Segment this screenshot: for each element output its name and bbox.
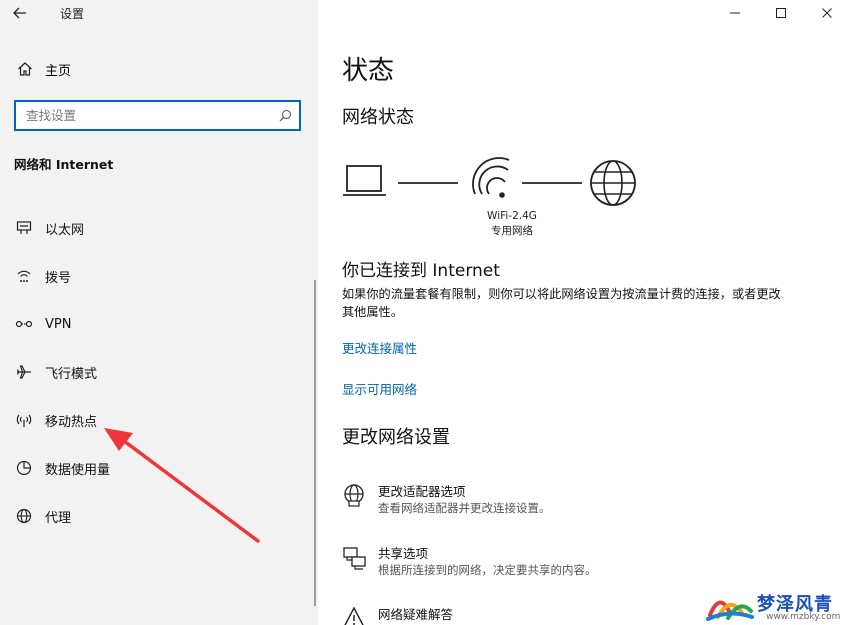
sidebar-item-label: 代理 [45,510,72,526]
data-usage-icon [0,460,45,476]
airplane-icon [0,364,45,380]
watermark: 梦泽风青 www.mzbky.com [706,588,850,625]
sidebar-item-hotspot[interactable]: 移动热点 [0,406,318,434]
sidebar-item-dialup[interactable]: 拨号 [0,262,318,290]
page-title: 状态 [342,56,395,86]
sidebar-scrollbar[interactable] [314,280,316,606]
sidebar-item-label: 飞行模式 [45,366,98,382]
adapter-globe-icon [342,483,368,509]
option-sharing[interactable]: 共享选项 根据所连接到的网络，决定要共享的内容。 [342,543,822,583]
close-icon [822,8,832,18]
option-description: 查看网络适配器并更改连接设置。 [378,501,551,515]
network-status-title: 网络状态 [342,107,414,128]
sidebar-item-label: 移动热点 [45,414,98,430]
sidebar-item-label: 拨号 [45,270,72,286]
minimize-icon [730,12,740,14]
watermark-logo-icon [706,600,754,621]
vpn-icon [0,317,45,331]
option-title: 网络疑难解答 [378,607,454,622]
home-icon [0,61,45,77]
sidebar-item-home[interactable]: 主页 [0,56,318,82]
internet-globe-icon [590,160,636,206]
dialup-icon [0,268,45,284]
main-content: 状态 网络状态 WiFi-2.4G 专用网络 你已连接到 Internet 如果… [318,0,850,625]
network-diagram: WiFi-2.4G 专用网络 [342,156,652,240]
change-connection-properties-link[interactable]: 更改连接属性 [342,338,417,357]
option-change-adapter[interactable]: 更改适配器选项 查看网络适配器并更改连接设置。 [342,481,822,521]
connected-title: 你已连接到 Internet [342,261,500,281]
warning-icon [342,606,368,625]
change-network-settings-title: 更改网络设置 [342,427,450,448]
search-input[interactable] [26,108,277,123]
sidebar-item-label: 以太网 [45,222,85,238]
sidebar: 设置 主页 网络和 Internet 以太网 拨号 VPN [0,0,318,625]
titlebar-left: 设置 [0,0,318,26]
sharing-icon [342,545,368,571]
connected-description: 如果你的流量套餐有限制，则你可以将此网络设置为按流量计费的连接，或者更改其他属性… [342,287,781,319]
back-button[interactable] [0,0,40,26]
show-available-networks-link[interactable]: 显示可用网络 [342,379,417,398]
watermark-url: www.mzbky.com [766,612,841,622]
globe-icon [0,508,45,524]
maximize-button[interactable] [758,0,804,26]
network-label: WiFi-2.4G 专用网络 [462,209,562,239]
network-type: 专用网络 [491,225,533,237]
back-arrow-icon [13,7,26,19]
close-button[interactable] [804,0,850,26]
sidebar-item-vpn[interactable]: VPN [0,310,318,338]
wifi-icon [472,157,510,198]
option-title: 更改适配器选项 [378,484,466,499]
search-box[interactable] [14,100,301,131]
sidebar-item-label: 数据使用量 [45,462,111,478]
section-title: 网络和 Internet [14,157,114,172]
network-name: WiFi-2.4G [487,210,537,222]
sidebar-item-ethernet[interactable]: 以太网 [0,214,318,242]
sidebar-item-proxy[interactable]: 代理 [0,502,318,530]
sidebar-item-label: 主页 [45,63,72,79]
minimize-button[interactable] [712,0,758,26]
ethernet-icon [0,220,45,236]
window-title: 设置 [60,6,85,21]
laptop-icon [343,165,386,196]
hotspot-icon [0,412,45,428]
search-icon[interactable] [277,108,293,124]
option-title: 共享选项 [378,546,429,561]
sidebar-item-data-usage[interactable]: 数据使用量 [0,454,318,482]
sidebar-item-label: VPN [45,316,72,332]
sidebar-item-airplane[interactable]: 飞行模式 [0,358,318,386]
option-description: 根据所连接到的网络，决定要共享的内容。 [378,563,597,577]
maximize-icon [776,8,786,18]
